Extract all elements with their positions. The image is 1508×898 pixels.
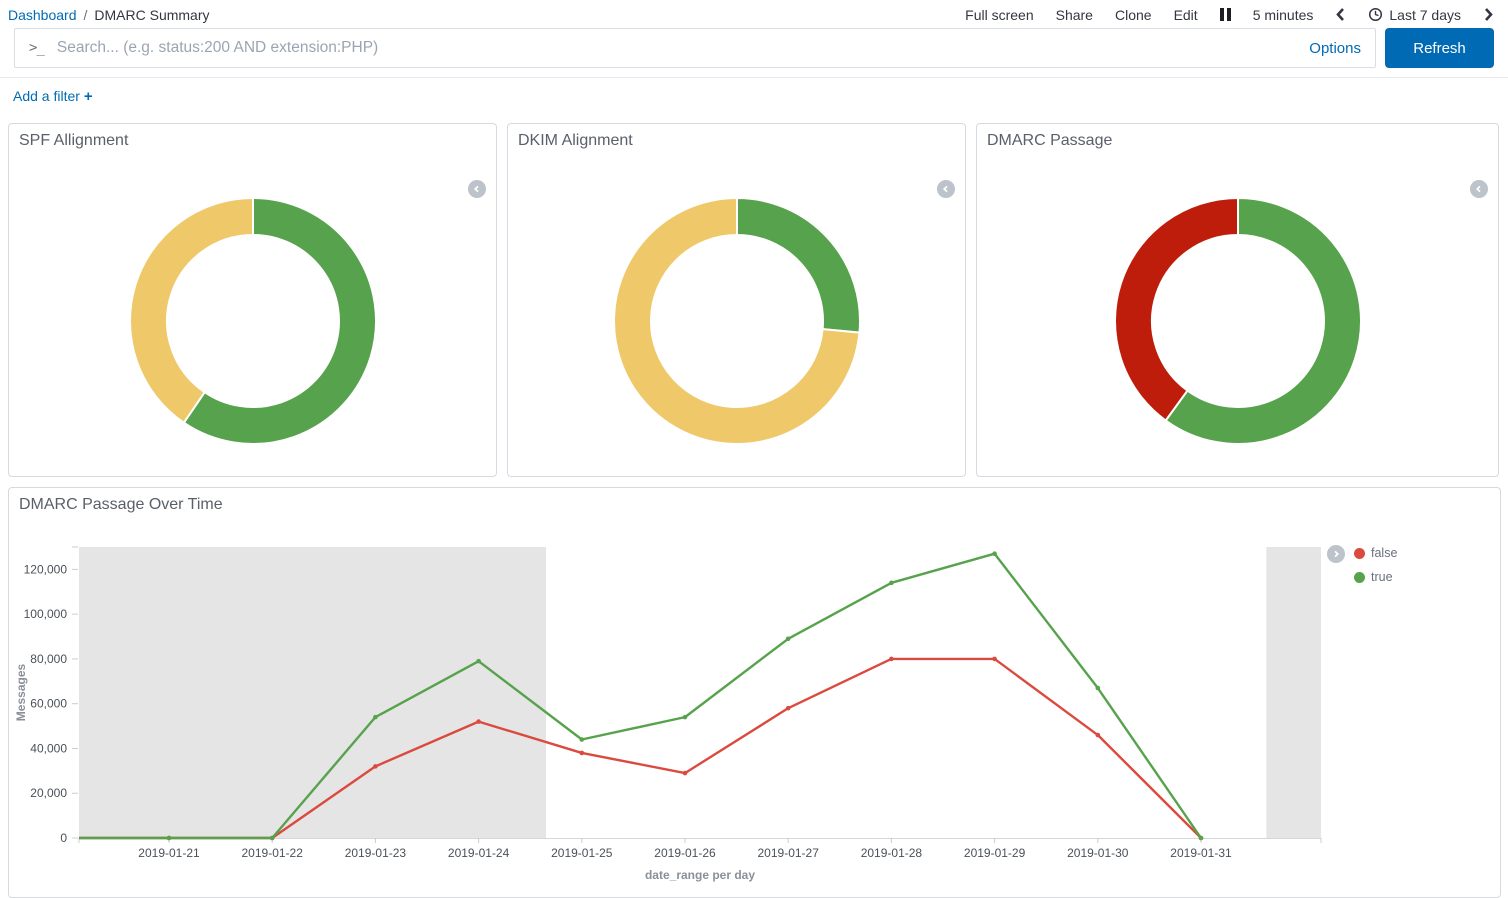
time-range-label: Last 7 days	[1389, 7, 1461, 23]
donut-wrap	[977, 196, 1498, 451]
svg-text:2019-01-29: 2019-01-29	[964, 846, 1026, 860]
svg-text:60,000: 60,000	[30, 697, 67, 711]
donut-wrap	[508, 196, 965, 451]
donut-slice-false[interactable]	[129, 198, 252, 423]
filter-bar: Add a filter +	[0, 77, 1508, 105]
panel-title: DMARC Passage Over Time	[9, 488, 1500, 522]
svg-text:Messages: Messages	[14, 663, 28, 721]
svg-text:80,000: 80,000	[30, 652, 67, 666]
svg-text:2019-01-24: 2019-01-24	[448, 846, 510, 860]
refresh-button[interactable]: Refresh	[1385, 28, 1494, 68]
dmarc-donut-chart[interactable]	[1113, 196, 1363, 451]
svg-text:date_range per day: date_range per day	[645, 868, 755, 882]
search-bar[interactable]: >_ Options	[14, 28, 1376, 68]
top-navbar: Dashboard / DMARC Summary Full screen Sh…	[0, 0, 1508, 26]
pause-autorefresh-icon[interactable]	[1220, 8, 1231, 21]
time-step-forward-icon[interactable]	[1483, 7, 1494, 22]
svg-text:2019-01-27: 2019-01-27	[758, 846, 820, 860]
legend-collapse-icon[interactable]	[1470, 180, 1488, 198]
legend-item-false[interactable]: false	[1354, 546, 1397, 560]
menu-full-screen[interactable]: Full screen	[965, 7, 1033, 23]
svg-text:100,000: 100,000	[24, 607, 68, 621]
legend-items: false true	[1354, 546, 1397, 584]
svg-text:40,000: 40,000	[30, 741, 67, 755]
plus-icon: +	[84, 88, 93, 105]
search-input[interactable]	[57, 39, 1297, 57]
timeseries-line-chart: 0 20,000 40,000 60,000 80,000 100,000 120,000 2…	[9, 488, 1500, 895]
menu-share[interactable]: Share	[1056, 7, 1093, 23]
legend-dot-true	[1354, 572, 1365, 583]
legend-item-true[interactable]: true	[1354, 570, 1397, 584]
panel-dkim-alignment: DKIM Alignment	[507, 123, 966, 477]
legend-collapse-icon[interactable]	[468, 180, 486, 198]
donut-wrap	[9, 196, 496, 451]
panel-title: SPF Allignment	[9, 124, 496, 158]
breadcrumb-dashboard-link[interactable]: Dashboard	[8, 7, 77, 23]
legend-label: true	[1371, 570, 1393, 584]
svg-text:2019-01-31: 2019-01-31	[1170, 846, 1232, 860]
menu-edit[interactable]: Edit	[1174, 7, 1198, 23]
legend-dot-false	[1354, 548, 1365, 559]
panel-title: DMARC Passage	[977, 124, 1498, 158]
legend-expand-icon[interactable]	[1327, 545, 1345, 563]
refresh-interval-button[interactable]: 5 minutes	[1253, 7, 1314, 23]
panel-dmarc-passage-over-time: DMARC Passage Over Time 0 20,000 40,000 60,…	[8, 487, 1501, 898]
panel-title: DKIM Alignment	[508, 124, 965, 158]
dashboard-grid-row: SPF Allignment DKIM Alignment DMARC Pass…	[0, 123, 1508, 477]
panel-dmarc-passage: DMARC Passage	[976, 123, 1499, 477]
dkim-donut-chart[interactable]	[612, 196, 862, 451]
add-filter-link[interactable]: Add a filter +	[13, 88, 93, 104]
options-link[interactable]: Options	[1309, 40, 1361, 57]
svg-text:120,000: 120,000	[24, 562, 68, 576]
donut-slice-false[interactable]	[1115, 198, 1238, 421]
svg-text:20,000: 20,000	[30, 786, 67, 800]
svg-text:2019-01-28: 2019-01-28	[861, 846, 923, 860]
svg-text:2019-01-22: 2019-01-22	[242, 846, 304, 860]
breadcrumb-separator: /	[84, 7, 88, 23]
console-prompt-icon: >_	[29, 40, 44, 56]
add-filter-label: Add a filter	[13, 88, 80, 104]
svg-text:2019-01-23: 2019-01-23	[345, 846, 407, 860]
donut-slice-true[interactable]	[737, 198, 860, 333]
svg-text:2019-01-25: 2019-01-25	[551, 846, 613, 860]
clock-icon	[1368, 7, 1383, 22]
spf-donut-chart[interactable]	[128, 196, 378, 451]
time-range-button[interactable]: Last 7 days	[1368, 7, 1461, 23]
chart-legend: false true	[1327, 545, 1397, 584]
panel-spf-alignment: SPF Allignment	[8, 123, 497, 477]
dashboard-menu: Full screen Share Clone Edit 5 minutes L…	[965, 7, 1494, 23]
svg-text:0: 0	[60, 831, 67, 845]
legend-label: false	[1371, 546, 1397, 560]
breadcrumb: Dashboard / DMARC Summary	[8, 7, 210, 23]
svg-text:2019-01-21: 2019-01-21	[138, 846, 200, 860]
menu-clone[interactable]: Clone	[1115, 7, 1152, 23]
legend-collapse-icon[interactable]	[937, 180, 955, 198]
query-row: >_ Options Refresh	[0, 28, 1508, 68]
page-title: DMARC Summary	[94, 7, 209, 23]
svg-text:2019-01-26: 2019-01-26	[654, 846, 716, 860]
time-step-back-icon[interactable]	[1335, 7, 1346, 22]
svg-text:2019-01-30: 2019-01-30	[1067, 846, 1129, 860]
